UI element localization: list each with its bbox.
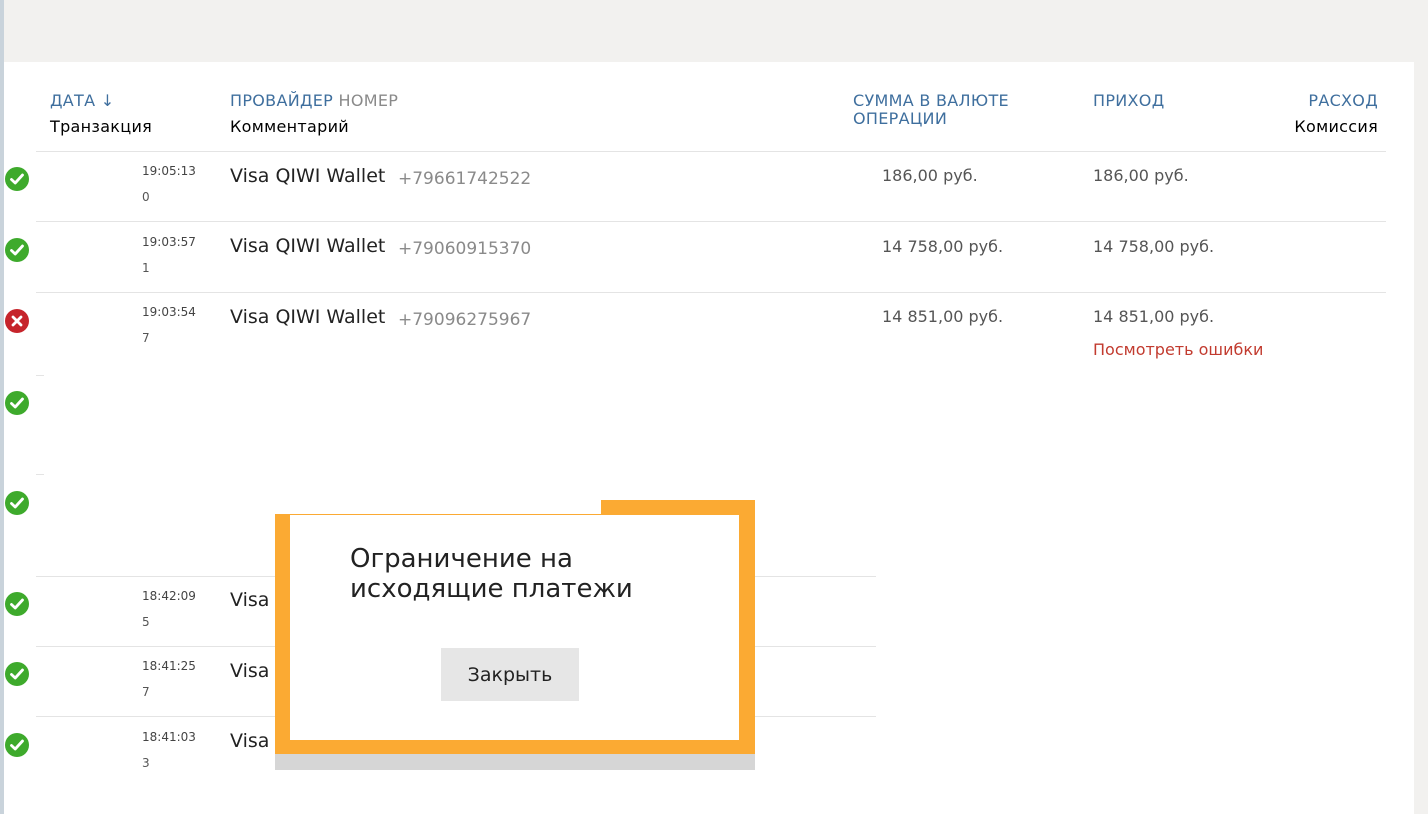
row-divider [36, 474, 44, 475]
success-status-icon [5, 238, 29, 262]
provider-name: Visa QIWI Wallet [230, 306, 386, 328]
success-status-icon [5, 662, 29, 686]
transaction-time: 18:41:25 [142, 659, 196, 673]
operation-amount: 14 758,00 руб. [882, 237, 1004, 256]
column-amount[interactable]: СУММА В ВАЛЮТЕ ОПЕРАЦИИ [853, 92, 1009, 128]
transaction-id[interactable]: 7 [142, 331, 150, 345]
column-provider: ПРОВАЙДЕР НОМЕР [230, 92, 398, 110]
column-expense-label[interactable]: РАСХОД [1308, 91, 1378, 110]
provider-name: Visa [230, 730, 270, 752]
row-divider [36, 221, 1386, 222]
transaction-time: 19:03:54 [142, 305, 196, 319]
column-income-label[interactable]: ПРИХОД [1093, 91, 1165, 110]
top-band [0, 0, 1428, 62]
success-status-icon [5, 592, 29, 616]
success-status-icon [5, 491, 29, 515]
column-date-label[interactable]: ДАТА [50, 91, 95, 110]
column-commission-label: Комиссия [1294, 117, 1378, 136]
account-number: +79096275967 [398, 310, 532, 330]
provider-name: Visa [230, 589, 270, 611]
account-number: +79661742522 [398, 169, 532, 189]
account-number: +79060915370 [398, 239, 532, 259]
column-expense[interactable]: РАСХОД [1250, 92, 1378, 110]
right-margin [1414, 62, 1428, 814]
modal-title: Ограничение на исходящие платежи [350, 544, 633, 604]
window-left-edge [0, 0, 4, 814]
provider-name: Visa QIWI Wallet [230, 165, 386, 187]
provider-name: Visa [230, 660, 270, 682]
column-income[interactable]: ПРИХОД [1093, 92, 1165, 110]
column-transaction-label: Транзакция [50, 117, 153, 136]
transaction-time: 19:03:57 [142, 235, 196, 249]
provider-name: Visa QIWI Wallet [230, 235, 386, 257]
sort-arrow-icon: ↓ [100, 91, 115, 110]
transaction-id[interactable]: 5 [142, 615, 150, 629]
error-status-icon [5, 309, 29, 333]
column-comment-label: Комментарий [230, 117, 349, 136]
operation-amount: 186,00 руб. [882, 166, 978, 185]
column-date[interactable]: ДАТА ↓ [50, 92, 114, 110]
transaction-id[interactable]: 7 [142, 685, 150, 699]
close-button[interactable]: Закрыть [441, 648, 579, 701]
column-amount-label-line2[interactable]: ОПЕРАЦИИ [853, 110, 1009, 128]
transaction-time: 19:05:13 [142, 164, 196, 178]
transaction-time: 18:42:09 [142, 589, 196, 603]
income-amount: 14 758,00 руб. [1093, 237, 1215, 256]
transaction-id[interactable]: 3 [142, 756, 150, 770]
transaction-id[interactable]: 1 [142, 261, 150, 275]
success-status-icon [5, 391, 29, 415]
transaction-time: 18:41:03 [142, 730, 196, 744]
column-amount-label-line1[interactable]: СУММА В ВАЛЮТЕ [853, 92, 1009, 110]
modal-shadow [275, 754, 755, 770]
row-divider [36, 375, 44, 376]
income-amount: 14 851,00 руб. [1093, 307, 1215, 326]
success-status-icon [5, 167, 29, 191]
header-divider [36, 151, 1386, 152]
success-status-icon [5, 733, 29, 757]
column-provider-label[interactable]: ПРОВАЙДЕР [230, 91, 333, 110]
income-amount: 186,00 руб. [1093, 166, 1189, 185]
modal-frame-notch [275, 500, 601, 514]
operation-amount: 14 851,00 руб. [882, 307, 1004, 326]
column-number-label: НОМЕР [338, 91, 399, 110]
transaction-id[interactable]: 0 [142, 190, 150, 204]
view-errors-link[interactable]: Посмотреть ошибки [1093, 340, 1263, 359]
row-divider [36, 292, 1386, 293]
